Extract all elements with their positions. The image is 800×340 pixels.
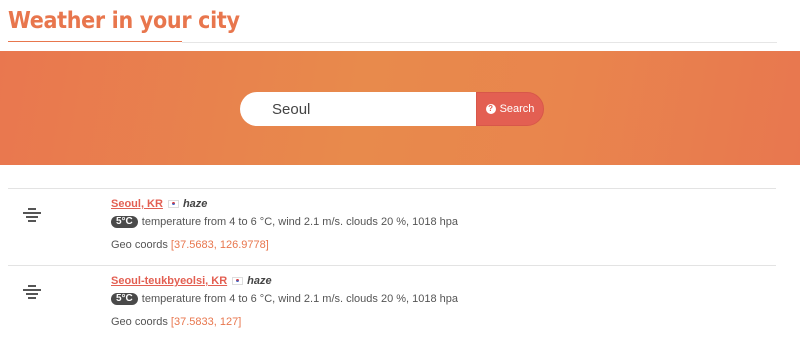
result-item: Seoul-teukbyeolsi, KR haze 5°C temperatu… [8,265,776,340]
weather-description: haze [247,275,272,287]
header-divider [182,42,777,43]
question-circle-icon: ? [485,104,496,114]
search-group: ? Search [240,92,544,126]
results-list: Seoul, KR haze 5°C temperature from 4 to… [8,188,776,340]
weather-description: haze [182,198,208,210]
geo-coords-link[interactable]: [37.5833, 127] [171,316,241,328]
haze-icon [23,285,41,299]
header: Weather in your city [0,0,800,50]
result-item: Seoul, KR haze 5°C temperature from 4 to… [8,188,776,265]
city-link[interactable]: Seoul-teukbyeolsi, KR [111,275,227,287]
geo-label: Geo coords [111,316,171,328]
geo-coords-link[interactable]: [37.5683, 126.9778] [171,239,269,251]
kr-flag-icon [232,277,244,285]
page-title: Weather in your city [8,8,240,34]
temperature-badge: 5°C [111,216,138,228]
search-banner: ? Search [0,51,800,165]
kr-flag-icon [167,200,179,208]
search-button-label: Search [499,103,535,115]
city-link[interactable]: Seoul, KR [111,198,163,210]
result-info: Seoul-teukbyeolsi, KR haze 5°C temperatu… [111,274,458,330]
result-info: Seoul, KR haze 5°C temperature from 4 to… [111,197,458,253]
weather-details: temperature from 4 to 6 °C, wind 2.1 m/s… [141,293,459,305]
search-input[interactable] [240,92,480,126]
weather-details: temperature from 4 to 6 °C, wind 2.1 m/s… [141,216,459,228]
haze-icon [23,208,41,222]
geo-label: Geo coords [111,239,171,251]
title-underline [8,41,182,42]
temperature-badge: 5°C [111,293,138,305]
search-button[interactable]: ? Search [476,92,544,126]
